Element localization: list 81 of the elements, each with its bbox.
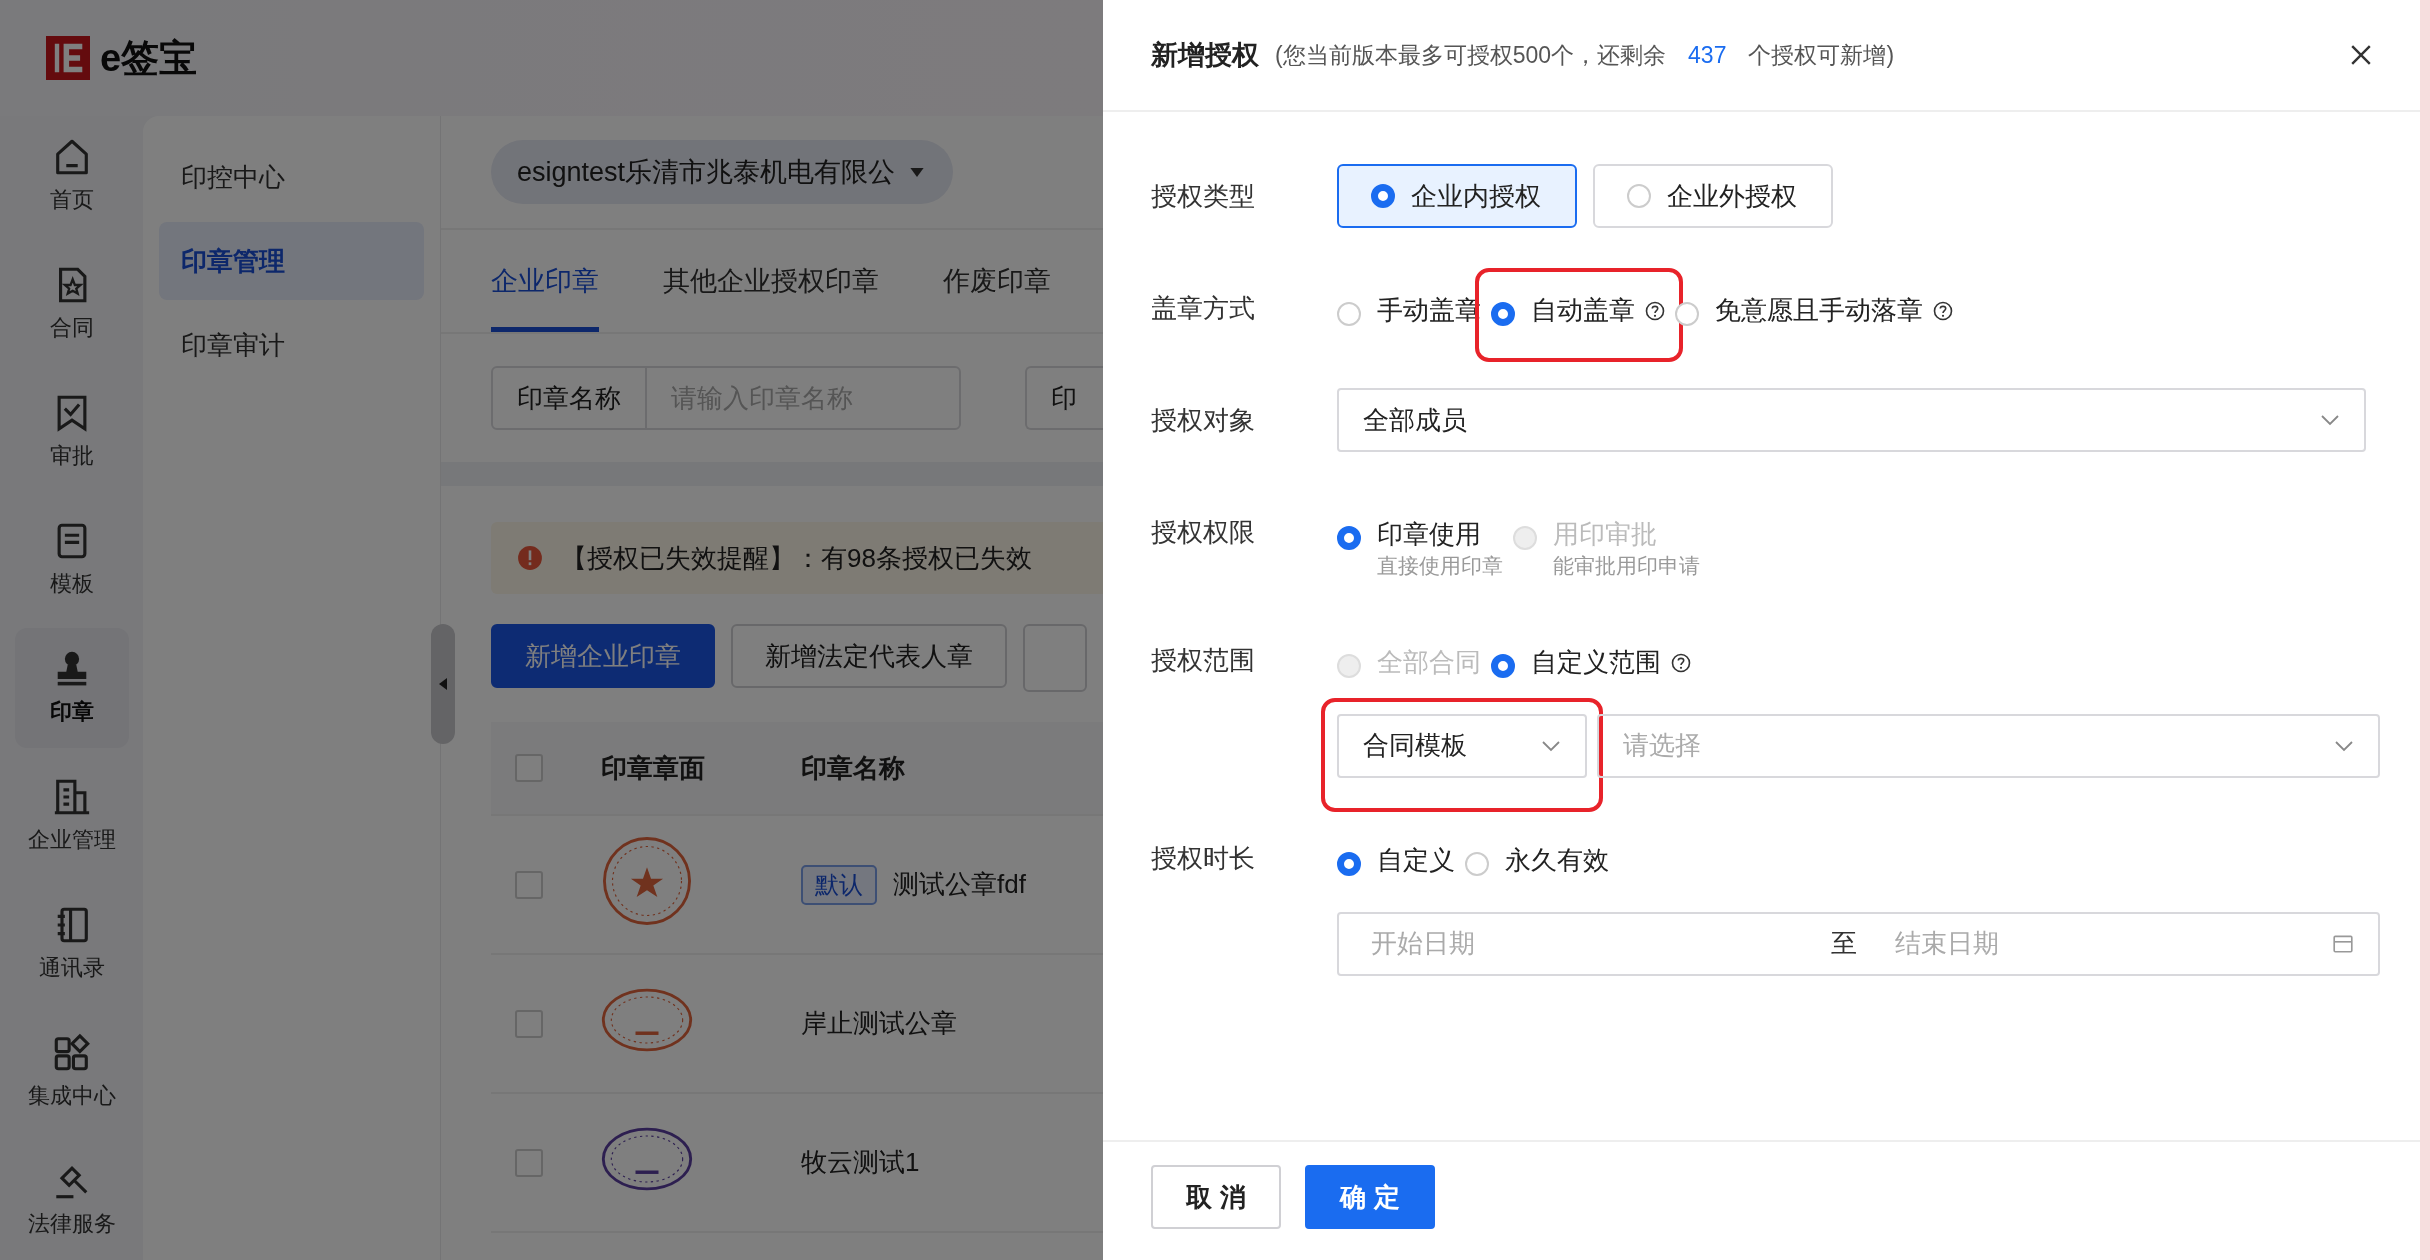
radio-card[interactable]: 企业外授权 — [1593, 164, 1833, 228]
checkbox[interactable] — [515, 1009, 543, 1038]
date-range-field[interactable]: 开始日期 至 结束日期 — [1337, 911, 2380, 976]
scope-select[interactable]: 请选择 — [1597, 713, 2380, 778]
close-icon[interactable] — [2350, 44, 2372, 66]
option-label: 全部合同 — [1377, 645, 1481, 679]
cancel-button[interactable]: 取 消 — [1151, 1165, 1281, 1229]
help-icon[interactable] — [1671, 652, 1691, 673]
default-tag: 默认 — [801, 864, 877, 905]
option-label: 自定义范围 — [1531, 645, 1661, 679]
company-dropdown[interactable]: esigntest乐清市兆泰机电有限公 — [491, 140, 954, 204]
option-description: 直接使用印章 — [1377, 552, 1503, 579]
radio-option[interactable]: 自定义范围 — [1491, 635, 1695, 680]
table-cell-text: 测试公章fdf — [893, 868, 1026, 901]
seal-icon — [601, 835, 693, 927]
confirm-button[interactable]: 确 定 — [1305, 1165, 1435, 1229]
option-label: 印章使用 — [1377, 518, 1482, 551]
quota-note: 个授权可新增) — [1748, 40, 1895, 70]
radio-button[interactable] — [1337, 851, 1361, 876]
field-label: 授权权限 — [1151, 516, 1256, 549]
quota-count: 437 — [1688, 41, 1727, 69]
rail-item[interactable]: 通讯录 — [14, 884, 129, 1004]
collapse-handle[interactable] — [431, 624, 455, 744]
alert-text: 【授权已失效提醒】：有98条授权已失效 — [561, 541, 1032, 575]
option-label: 免意愿且手动落章 — [1715, 294, 1923, 327]
chevron-icon — [1541, 739, 1561, 752]
chevron-icon — [2334, 739, 2354, 752]
option-label: 自定义 — [1377, 843, 1455, 877]
table-cell-text: 岸止测试公章 — [801, 1007, 957, 1040]
chevron-icon — [2320, 414, 2340, 426]
rail-item[interactable]: 法律服务 — [14, 1140, 129, 1260]
subnav-item[interactable]: 印章管理 — [159, 222, 424, 300]
caret-icon — [909, 166, 926, 178]
logo-text: e签宝 — [100, 35, 198, 81]
quota-note: (您当前版本最多可授权500个，还剩余 — [1275, 40, 1667, 70]
scope-type-select[interactable]: 合同模板 — [1337, 713, 1587, 778]
member-select[interactable]: 全部成员 — [1337, 388, 2366, 452]
option-label: 永久有效 — [1505, 843, 1609, 877]
checkbox[interactable] — [515, 754, 543, 782]
subnav-item[interactable]: 印章审计 — [159, 306, 424, 384]
column-header: 印章章面 — [601, 751, 706, 785]
field-label: 授权对象 — [1151, 404, 1256, 437]
radio-button[interactable] — [1491, 653, 1515, 678]
option-description: 能审批用印申请 — [1553, 552, 1700, 579]
add-button[interactable]: 新增法定代表人章 — [731, 624, 1007, 688]
rail-item[interactable]: 合同 — [14, 244, 129, 364]
table-cell-text: 牧云测试1 — [801, 1146, 920, 1179]
warning-icon — [517, 545, 543, 571]
rail-item[interactable]: 审批 — [14, 372, 129, 492]
tab[interactable]: 企业印章 — [491, 230, 599, 332]
radio-button[interactable] — [1491, 302, 1515, 326]
radio-option[interactable]: 免意愿且手动落章 — [1675, 284, 1957, 328]
calendar-icon[interactable] — [2332, 932, 2354, 955]
help-icon[interactable] — [1933, 301, 1953, 321]
add-button[interactable]: 新增企业印章 — [491, 624, 715, 688]
radio-button[interactable] — [1337, 526, 1361, 550]
rail-item[interactable]: 企业管理 — [14, 756, 129, 876]
rail-item[interactable]: 首页 — [14, 116, 129, 236]
field-label: 授权范围 — [1151, 643, 1256, 677]
field-label: 授权类型 — [1151, 180, 1256, 213]
radio-card[interactable]: 企业内授权 — [1337, 164, 1577, 228]
column-header: 印章名称 — [801, 751, 906, 785]
tab[interactable]: 作废印章 — [943, 230, 1051, 332]
logo-icon — [46, 36, 90, 80]
checkbox[interactable] — [515, 870, 543, 899]
rail-item[interactable]: 印章 — [14, 628, 129, 748]
subnav-item[interactable]: 印控中心 — [159, 138, 424, 216]
option-label: 用印审批 — [1553, 518, 1658, 551]
tab[interactable]: 其他企业授权印章 — [663, 230, 879, 332]
radio-option[interactable]: 自动盖章 — [1491, 284, 1669, 328]
radio-option[interactable]: 印章使用 直接使用印章 — [1337, 508, 1507, 580]
radio-option[interactable]: 自定义 — [1337, 833, 1459, 878]
help-icon[interactable] — [1645, 301, 1665, 321]
field-label: 授权时长 — [1151, 841, 1256, 875]
option-label: 自动盖章 — [1531, 294, 1635, 327]
rail-item[interactable]: 集成中心 — [14, 1012, 129, 1132]
field-label: 盖章方式 — [1151, 292, 1256, 325]
radio-option[interactable]: 永久有效 — [1465, 833, 1613, 878]
rail-item[interactable]: 模板 — [14, 500, 129, 620]
checkbox[interactable] — [515, 1148, 543, 1177]
drawer-title: 新增授权 — [1151, 39, 1259, 72]
